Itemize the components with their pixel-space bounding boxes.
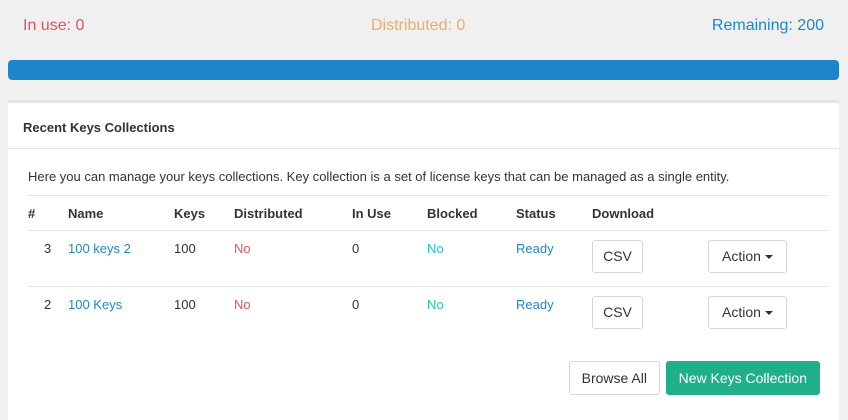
row-download-cell: CSV: [580, 230, 688, 287]
collection-name-link[interactable]: 100 Keys: [56, 287, 162, 343]
keys-collections-table: # Name Keys Distributed In Use Blocked S…: [28, 195, 827, 343]
collection-name-link[interactable]: 100 keys 2: [56, 230, 162, 287]
row-number: 2: [44, 297, 52, 312]
row-in-use: 0: [340, 230, 415, 287]
row-distributed: No: [234, 297, 251, 312]
row-action-cell: Action: [688, 230, 827, 287]
caret-down-icon: [764, 255, 773, 260]
col-status-header: Status: [504, 195, 580, 231]
panel-intro-text: Here you can manage your keys collection…: [28, 169, 730, 184]
key-stats-bar: In use: 0 Distributed: 0 Remaining: 200: [0, 0, 848, 56]
row-status: Ready: [516, 297, 554, 312]
action-label: Action: [722, 248, 761, 264]
col-number-header: #: [28, 195, 56, 231]
remaining-progress-bar: [8, 60, 839, 80]
row-number: 3: [28, 230, 56, 287]
col-distributed-header: Distributed: [222, 195, 340, 231]
panel-footer-buttons: Browse All New Keys Collection: [568, 361, 820, 395]
in-use-count: In use: 0: [23, 17, 85, 34]
browse-all-button[interactable]: Browse All: [568, 361, 660, 395]
col-name-header: Name: [56, 195, 162, 231]
row-status: Ready: [504, 230, 580, 287]
progress-fill: [8, 60, 839, 80]
csv-download-button[interactable]: CSV: [592, 240, 643, 273]
col-in-use-header: In Use: [340, 195, 415, 231]
row-action-cell: Action: [688, 287, 827, 343]
col-blocked-header: Blocked: [415, 195, 504, 231]
row-blocked: No: [415, 230, 504, 287]
distributed-count: Distributed: 0: [371, 17, 466, 34]
remaining-count: Remaining: 200: [711, 17, 824, 34]
table-header-row: # Name Keys Distributed In Use Blocked S…: [28, 195, 827, 231]
recent-keys-panel: Recent Keys Collections Here you can man…: [8, 100, 839, 420]
row-download-cell: CSV: [580, 287, 688, 343]
row-keys: 100: [174, 297, 196, 312]
action-label: Action: [722, 304, 761, 320]
col-action-header: [688, 195, 827, 231]
col-keys-header: Keys: [162, 195, 222, 231]
new-keys-collection-button[interactable]: New Keys Collection: [665, 361, 820, 395]
row-in-use: 0: [352, 297, 360, 312]
col-download-header: Download: [580, 195, 688, 231]
caret-down-icon: [764, 311, 773, 316]
csv-download-button[interactable]: CSV: [592, 296, 643, 329]
row-keys: 100: [162, 230, 222, 287]
table-row: 3 100 keys 2 100 No 0 No Ready CSV Actio…: [28, 230, 827, 287]
action-dropdown-button[interactable]: Action: [708, 240, 787, 273]
action-dropdown-button[interactable]: Action: [708, 296, 787, 329]
row-distributed: No: [222, 230, 340, 287]
table-row: 2 100 Keys 100 No 0 No Ready CSV Action: [28, 287, 827, 343]
row-blocked: No: [427, 297, 444, 312]
panel-title: Recent Keys Collections: [8, 103, 839, 149]
